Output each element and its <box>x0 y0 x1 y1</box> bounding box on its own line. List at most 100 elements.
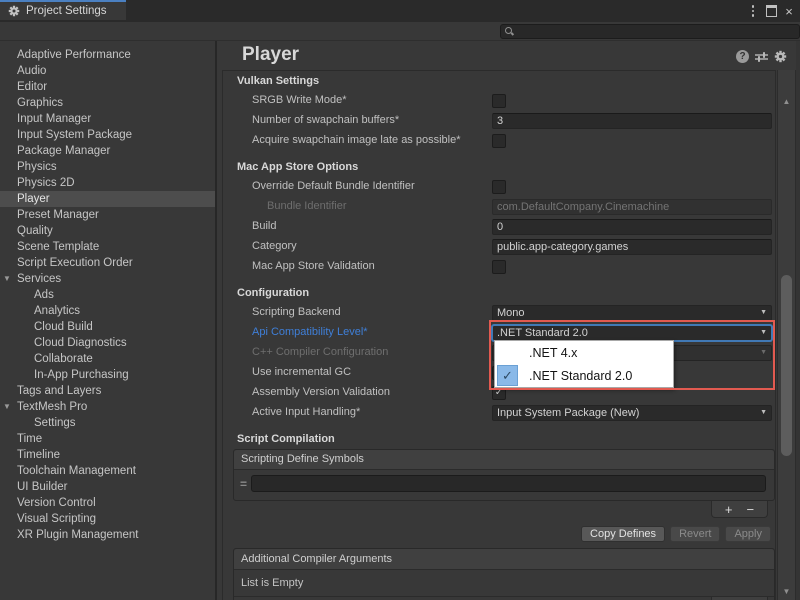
foldout-arrow-icon[interactable]: ▼ <box>3 399 11 415</box>
revert-button[interactable]: Revert <box>670 526 720 542</box>
sidebar-item-input-system-package[interactable]: Input System Package <box>0 127 232 143</box>
acquire-swapchain-image-late-as-possible-checkbox[interactable] <box>492 134 506 148</box>
sidebar-item-label: Analytics <box>34 305 80 317</box>
menu-item-label: .NET 4.x <box>529 346 577 360</box>
sidebar-item-graphics[interactable]: Graphics <box>0 95 232 111</box>
mac-app-store-validation-checkbox[interactable] <box>492 260 506 274</box>
sidebar-item-label: Package Manager <box>17 145 110 157</box>
srgb-write-mode-checkbox[interactable] <box>492 94 506 108</box>
chevron-down-icon: ▼ <box>760 326 767 340</box>
sidebar-item-script-execution-order[interactable]: Script Execution Order <box>0 255 232 271</box>
sidebar-item-visual-scripting[interactable]: Visual Scripting <box>0 511 232 527</box>
sidebar-item-physics-2d[interactable]: Physics 2D <box>0 175 232 191</box>
sidebar-item-timeline[interactable]: Timeline <box>0 447 232 463</box>
setting-row-active-input-handling: Active Input Handling* Input System Packa… <box>223 403 775 423</box>
chevron-down-icon: ▼ <box>760 346 767 360</box>
setting-label: Api Compatibility Level* <box>252 326 368 338</box>
sidebar-item-ui-builder[interactable]: UI Builder <box>0 479 232 495</box>
copy-defines-button[interactable]: Copy Defines <box>581 526 665 542</box>
number-of-swapchain-buffers-field[interactable]: 3 <box>492 113 772 129</box>
sidebar-item-preset-manager[interactable]: Preset Manager <box>0 207 232 223</box>
menu-item-net-standard-2-0[interactable]: ✓.NET Standard 2.0 <box>495 364 673 387</box>
setting-row-build: Build0 <box>223 217 775 237</box>
sidebar-item-analytics[interactable]: Analytics <box>0 303 249 319</box>
scripting-backend-dropdown[interactable]: Mono▼ <box>492 305 772 321</box>
menu-item-net-4-x[interactable]: .NET 4.x <box>495 341 673 364</box>
maximize-icon[interactable] <box>762 2 780 20</box>
tab-label: Project Settings <box>26 5 107 17</box>
sidebar-item-collaborate[interactable]: Collaborate <box>0 351 249 367</box>
sidebar-item-package-manager[interactable]: Package Manager <box>0 143 232 159</box>
build-field[interactable]: 0 <box>492 219 772 235</box>
sidebar-item-input-manager[interactable]: Input Manager <box>0 111 232 127</box>
sidebar-item-label: Audio <box>17 65 46 77</box>
sidebar-item-editor[interactable]: Editor <box>0 79 232 95</box>
scrollbar-thumb[interactable] <box>781 275 792 456</box>
scroll-down-icon[interactable]: ▼ <box>778 587 795 596</box>
sidebar-item-physics[interactable]: Physics <box>0 159 232 175</box>
tab-project-settings[interactable]: Project Settings <box>0 0 126 20</box>
presets-icon[interactable] <box>755 51 768 63</box>
foldout-arrow-icon[interactable]: ▼ <box>3 271 11 287</box>
sidebar-item-label: Physics <box>17 161 57 173</box>
close-icon[interactable]: × <box>780 2 798 20</box>
setting-row-mac-app-store-validation: Mac App Store Validation <box>223 257 775 277</box>
vertical-scrollbar[interactable]: ▲ ▼ <box>777 70 796 600</box>
search-input[interactable] <box>517 25 791 38</box>
sidebar-item-label: XR Plugin Management <box>17 529 138 541</box>
sidebar-item-label: Settings <box>34 417 76 429</box>
sidebar-item-audio[interactable]: Audio <box>0 63 232 79</box>
sidebar-item-textmesh-pro[interactable]: ▼ TextMesh Pro <box>0 399 232 415</box>
setting-row-acquire-swapchain-image-late-as-possible: Acquire swapchain image late as possible… <box>223 131 775 151</box>
category-field[interactable]: public.app-category.games <box>492 239 772 255</box>
sidebar-item-scene-template[interactable]: Scene Template <box>0 239 232 255</box>
api-compatibility-level-dropdown[interactable]: .NET Standard 2.0▼ <box>492 325 772 341</box>
drag-handle-icon[interactable]: = <box>240 477 247 491</box>
sidebar-item-quality[interactable]: Quality <box>0 223 232 239</box>
setting-label: Mac App Store Validation <box>252 260 375 272</box>
additional-compiler-arguments-box: Additional Compiler Arguments List is Em… <box>233 548 775 600</box>
sidebar-item-in-app-purchasing[interactable]: In-App Purchasing <box>0 367 249 383</box>
sidebar-item-ads[interactable]: Ads <box>0 287 249 303</box>
sidebar-item-label: Version Control <box>17 497 96 509</box>
setting-label: Scripting Backend <box>252 306 341 318</box>
sidebar-item-settings[interactable]: Settings <box>0 415 249 431</box>
sidebar-item-time[interactable]: Time <box>0 431 232 447</box>
override-default-bundle-identifier-checkbox[interactable] <box>492 180 506 194</box>
help-icon[interactable]: ? <box>736 50 749 63</box>
sidebar-item-services[interactable]: ▼Services <box>0 271 232 287</box>
sidebar-item-xr-plugin-management[interactable]: XR Plugin Management <box>0 527 232 543</box>
sidebar-item-tags-and-layers[interactable]: Tags and Layers <box>0 383 232 399</box>
sidebar-item-toolchain-management[interactable]: Toolchain Management <box>0 463 232 479</box>
check-cell <box>497 342 518 363</box>
sidebar-item-version-control[interactable]: Version Control <box>0 495 232 511</box>
search-box[interactable] <box>500 24 800 39</box>
apply-button[interactable]: Apply <box>725 526 771 542</box>
setting-label: Active Input Handling* <box>252 406 360 418</box>
gear-icon[interactable] <box>774 50 787 63</box>
sidebar-item-label: Toolchain Management <box>17 465 136 477</box>
sidebar-item-cloud-build[interactable]: Cloud Build <box>0 319 249 335</box>
sidebar-item-label: Timeline <box>17 449 60 461</box>
sidebar-item-label: TextMesh Pro <box>17 401 87 413</box>
active-input-handling-dropdown[interactable]: Input System Package (New)▼ <box>492 405 772 421</box>
section-mac-app-store-options: Mac App Store OptionsOverride Default Bu… <box>223 159 775 277</box>
add-button[interactable]: + <box>725 503 733 516</box>
sidebar-item-label: Time <box>17 433 42 445</box>
bundle-identifier-field[interactable]: com.DefaultCompany.Cinemachine <box>492 199 772 215</box>
sidebar-item-label: Input System Package <box>17 129 132 141</box>
menu-item-label: .NET Standard 2.0 <box>529 369 632 383</box>
scroll-up-icon[interactable]: ▲ <box>778 97 795 106</box>
sidebar-item-label: Player <box>17 193 50 205</box>
kebab-menu-icon[interactable] <box>744 2 762 20</box>
sidebar-item-player[interactable]: Player <box>0 191 232 207</box>
assembly-version-validation-checkbox[interactable]: ✓ <box>492 386 506 400</box>
sidebar-item-label: Cloud Build <box>34 321 93 333</box>
define-symbol-input[interactable] <box>251 475 766 492</box>
sidebar-item-label: Input Manager <box>17 113 91 125</box>
sidebar-item-label: Editor <box>17 81 47 93</box>
section-header: Script Compilation <box>223 431 775 449</box>
sidebar-item-adaptive-performance[interactable]: Adaptive Performance <box>0 47 232 63</box>
sidebar-item-cloud-diagnostics[interactable]: Cloud Diagnostics <box>0 335 249 351</box>
remove-button[interactable]: − <box>747 503 755 516</box>
